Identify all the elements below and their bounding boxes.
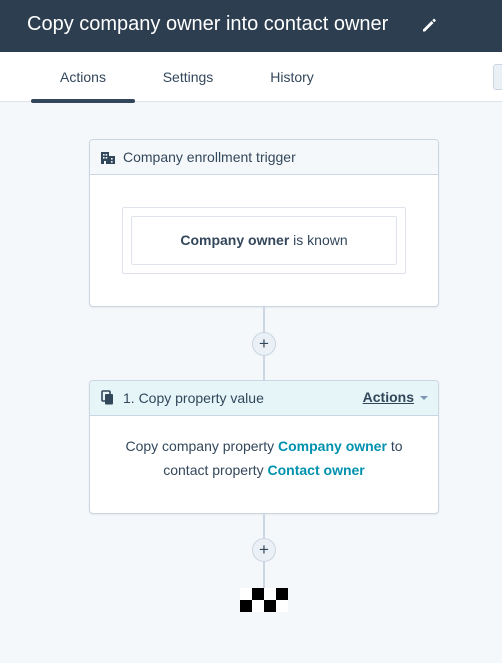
condition-property: Company owner <box>180 232 290 248</box>
copy-property-action-card[interactable]: 1. Copy property value Actions Copy comp… <box>89 380 439 514</box>
tab-settings[interactable]: Settings <box>138 69 238 85</box>
top-header-bar: Copy company owner into contact owner <box>0 0 502 52</box>
tab-actions[interactable]: Actions <box>31 69 135 85</box>
action-text: to <box>390 438 403 454</box>
action-description-line-2: contact property Contact owner <box>90 458 438 482</box>
action-card-header: 1. Copy property value Actions <box>90 381 438 416</box>
pencil-icon[interactable] <box>420 16 438 34</box>
action-description: Copy company property Company owner to c… <box>90 434 438 482</box>
copy-icon <box>101 390 113 405</box>
target-property-link[interactable]: Contact owner <box>268 462 365 478</box>
building-icon <box>101 152 115 164</box>
action-text: Copy company property <box>125 438 275 454</box>
condition-operator: is known <box>293 232 348 248</box>
action-description-line-1: Copy company property Company owner to <box>90 434 438 458</box>
actions-dropdown-label: Actions <box>362 389 414 405</box>
workflow-title: Copy company owner into contact owner <box>27 13 389 35</box>
tab-history[interactable]: History <box>242 69 342 85</box>
caret-down-icon <box>420 396 428 401</box>
action-text: contact property <box>163 462 264 478</box>
trigger-condition[interactable]: Company owner is known <box>131 216 397 265</box>
tab-bar: Actions Settings History <box>0 52 502 103</box>
enrollment-trigger-card[interactable]: Company enrollment trigger Company owner… <box>89 139 439 307</box>
actions-dropdown[interactable]: Actions <box>363 389 428 405</box>
source-property-link[interactable]: Company owner <box>278 438 387 454</box>
trigger-card-title: Company enrollment trigger <box>123 149 296 165</box>
toolbar-button-partial[interactable] <box>493 64 502 90</box>
action-card-title: 1. Copy property value <box>123 390 264 406</box>
active-tab-indicator <box>31 99 135 103</box>
add-action-button[interactable]: + <box>252 332 276 356</box>
add-action-button[interactable]: + <box>252 538 276 562</box>
checkered-flag-icon <box>240 588 288 612</box>
trigger-filter-group: Company owner is known <box>122 207 406 274</box>
trigger-card-header: Company enrollment trigger <box>90 140 438 175</box>
